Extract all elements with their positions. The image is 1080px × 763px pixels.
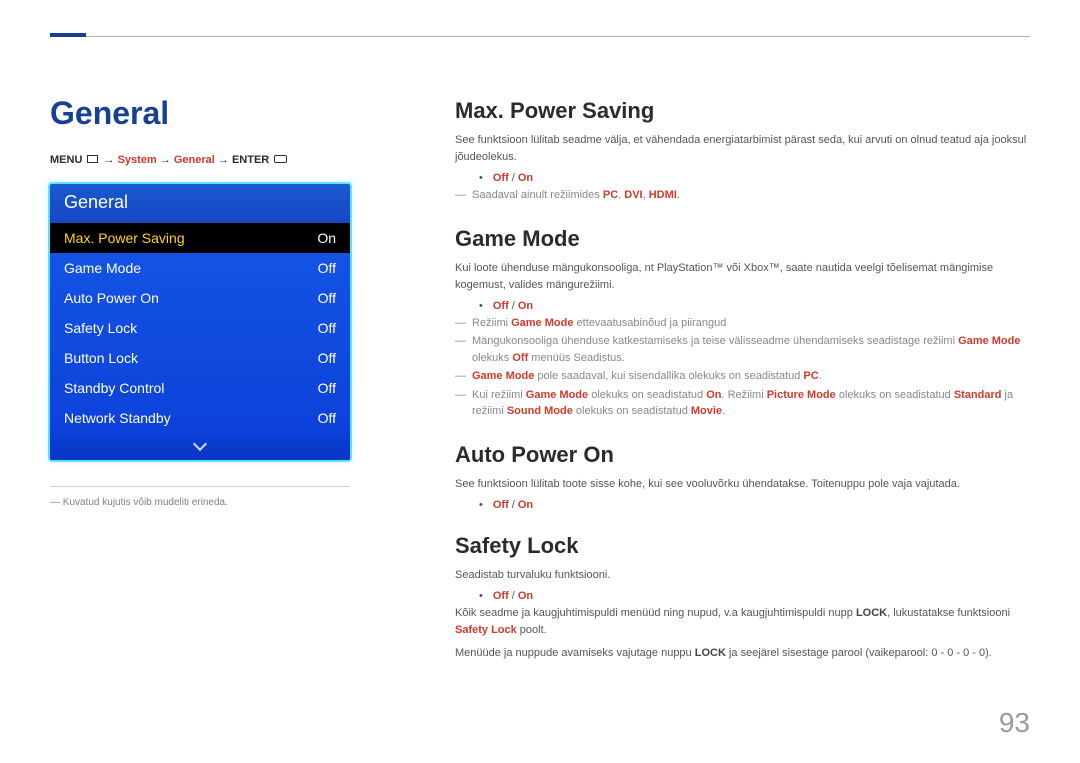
breadcrumb: MENU → System → General → ENTER — [50, 154, 350, 166]
section-heading: Game Mode — [455, 226, 1030, 252]
menu-item-value: Off — [318, 350, 336, 366]
option-off-on: Off / On — [455, 300, 1030, 312]
footnote-rule — [50, 486, 350, 487]
note-dvi: DVI — [624, 189, 642, 201]
menu-item-value: Off — [318, 290, 336, 306]
menu-item-game-mode[interactable]: Game Mode Off — [50, 253, 350, 283]
option-slash: / — [512, 172, 515, 184]
note-gm-disconnect: Mängukonsooliga ühenduse katkestamiseks … — [455, 333, 1030, 366]
note-gm-precautions: Režiimi Game Mode ettevaatusabinõud ja p… — [455, 315, 1030, 332]
page-title: General — [50, 95, 350, 132]
menu-item-label: Game Mode — [64, 260, 141, 276]
option-off: Off — [493, 300, 509, 312]
section-desc: See funktsioon lülitab toote sisse kohe,… — [455, 476, 1030, 493]
option-slash: / — [512, 300, 515, 312]
note-gm-modes: Kui režiimi Game Mode olekuks on seadist… — [455, 387, 1030, 420]
breadcrumb-sep-2: → — [160, 154, 171, 166]
breadcrumb-sep-3: → — [218, 154, 229, 166]
left-footnote: ― Kuvatud kujutis võib mudeliti erineda. — [50, 497, 350, 508]
page-number: 93 — [999, 707, 1030, 739]
section-heading: Auto Power On — [455, 442, 1030, 468]
menu-item-label: Standby Control — [64, 380, 164, 396]
menu-item-value: Off — [318, 260, 336, 276]
menu-icon — [87, 155, 98, 163]
right-column: Max. Power Saving See funktsioon lülitab… — [455, 98, 1030, 684]
menu-panel-body: Max. Power Saving On Game Mode Off Auto … — [50, 223, 350, 460]
section-heading: Safety Lock — [455, 533, 1030, 559]
menu-item-max-power-saving[interactable]: Max. Power Saving On — [50, 223, 350, 253]
menu-item-value: Off — [318, 320, 336, 336]
option-on: On — [518, 172, 533, 184]
menu-item-value: Off — [318, 410, 336, 426]
section-game-mode: Game Mode Kui loote ühenduse mängukonsoo… — [455, 226, 1030, 420]
enter-icon — [274, 155, 287, 163]
menu-panel-header: General — [50, 184, 350, 223]
menu-item-value: On — [317, 230, 336, 246]
left-footnote-text: Kuvatud kujutis võib mudeliti erineda. — [63, 497, 228, 508]
section-desc3: Menüüde ja nuppude avamiseks vajutage nu… — [455, 645, 1030, 662]
menu-item-label: Network Standby — [64, 410, 171, 426]
breadcrumb-path-2: General — [174, 154, 215, 166]
option-off: Off — [493, 590, 509, 602]
option-off-on: Off / On — [455, 590, 1030, 602]
option-off-on: Off / On — [455, 499, 1030, 511]
option-off: Off — [493, 499, 509, 511]
section-auto-power-on: Auto Power On See funktsioon lülitab too… — [455, 442, 1030, 511]
note-pc: PC — [603, 189, 618, 201]
menu-item-network-standby[interactable]: Network Standby Off — [50, 403, 350, 433]
menu-item-auto-power-on[interactable]: Auto Power On Off — [50, 283, 350, 313]
note-hdmi: HDMI — [649, 189, 677, 201]
note-pre: Saadaval ainult režiimides — [472, 189, 603, 201]
menu-item-label: Max. Power Saving — [64, 230, 185, 246]
note-gm-pc: Game Mode pole saadaval, kui sisendallik… — [455, 368, 1030, 385]
top-rule — [50, 36, 1030, 37]
menu-panel: General Max. Power Saving On Game Mode O… — [50, 184, 350, 460]
chevron-down-icon — [193, 437, 207, 451]
menu-item-safety-lock[interactable]: Safety Lock Off — [50, 313, 350, 343]
note-post: . — [677, 189, 680, 201]
left-column: General MENU → System → General → ENTER … — [50, 95, 350, 508]
breadcrumb-menu: MENU — [50, 154, 82, 166]
section-desc2: Kõik seadme ja kaugjuhtimispuldi menüüd … — [455, 605, 1030, 639]
menu-scroll-down[interactable] — [50, 433, 350, 460]
option-off: Off — [493, 172, 509, 184]
section-desc: See funktsioon lülitab seadme välja, et … — [455, 132, 1030, 166]
option-off-on: Off / On — [455, 172, 1030, 184]
section-desc: Seadistab turvaluku funktsiooni. — [455, 567, 1030, 584]
section-max-power-saving: Max. Power Saving See funktsioon lülitab… — [455, 98, 1030, 204]
menu-item-button-lock[interactable]: Button Lock Off — [50, 343, 350, 373]
menu-item-label: Auto Power On — [64, 290, 159, 306]
menu-item-label: Button Lock — [64, 350, 138, 366]
option-slash: / — [512, 499, 515, 511]
breadcrumb-path-1: System — [118, 154, 157, 166]
menu-item-standby-control[interactable]: Standby Control Off — [50, 373, 350, 403]
option-on: On — [518, 300, 533, 312]
breadcrumb-enter: ENTER — [232, 154, 269, 166]
option-on: On — [518, 499, 533, 511]
option-on: On — [518, 590, 533, 602]
accent-bar — [50, 33, 86, 37]
section-heading: Max. Power Saving — [455, 98, 1030, 124]
note-available-modes: Saadaval ainult režiimides PC, DVI, HDMI… — [455, 187, 1030, 204]
section-desc: Kui loote ühenduse mängukonsooliga, nt P… — [455, 260, 1030, 294]
breadcrumb-sep-1: → — [104, 154, 115, 166]
option-slash: / — [512, 590, 515, 602]
section-safety-lock: Safety Lock Seadistab turvaluku funktsio… — [455, 533, 1030, 662]
menu-item-label: Safety Lock — [64, 320, 137, 336]
menu-item-value: Off — [318, 380, 336, 396]
